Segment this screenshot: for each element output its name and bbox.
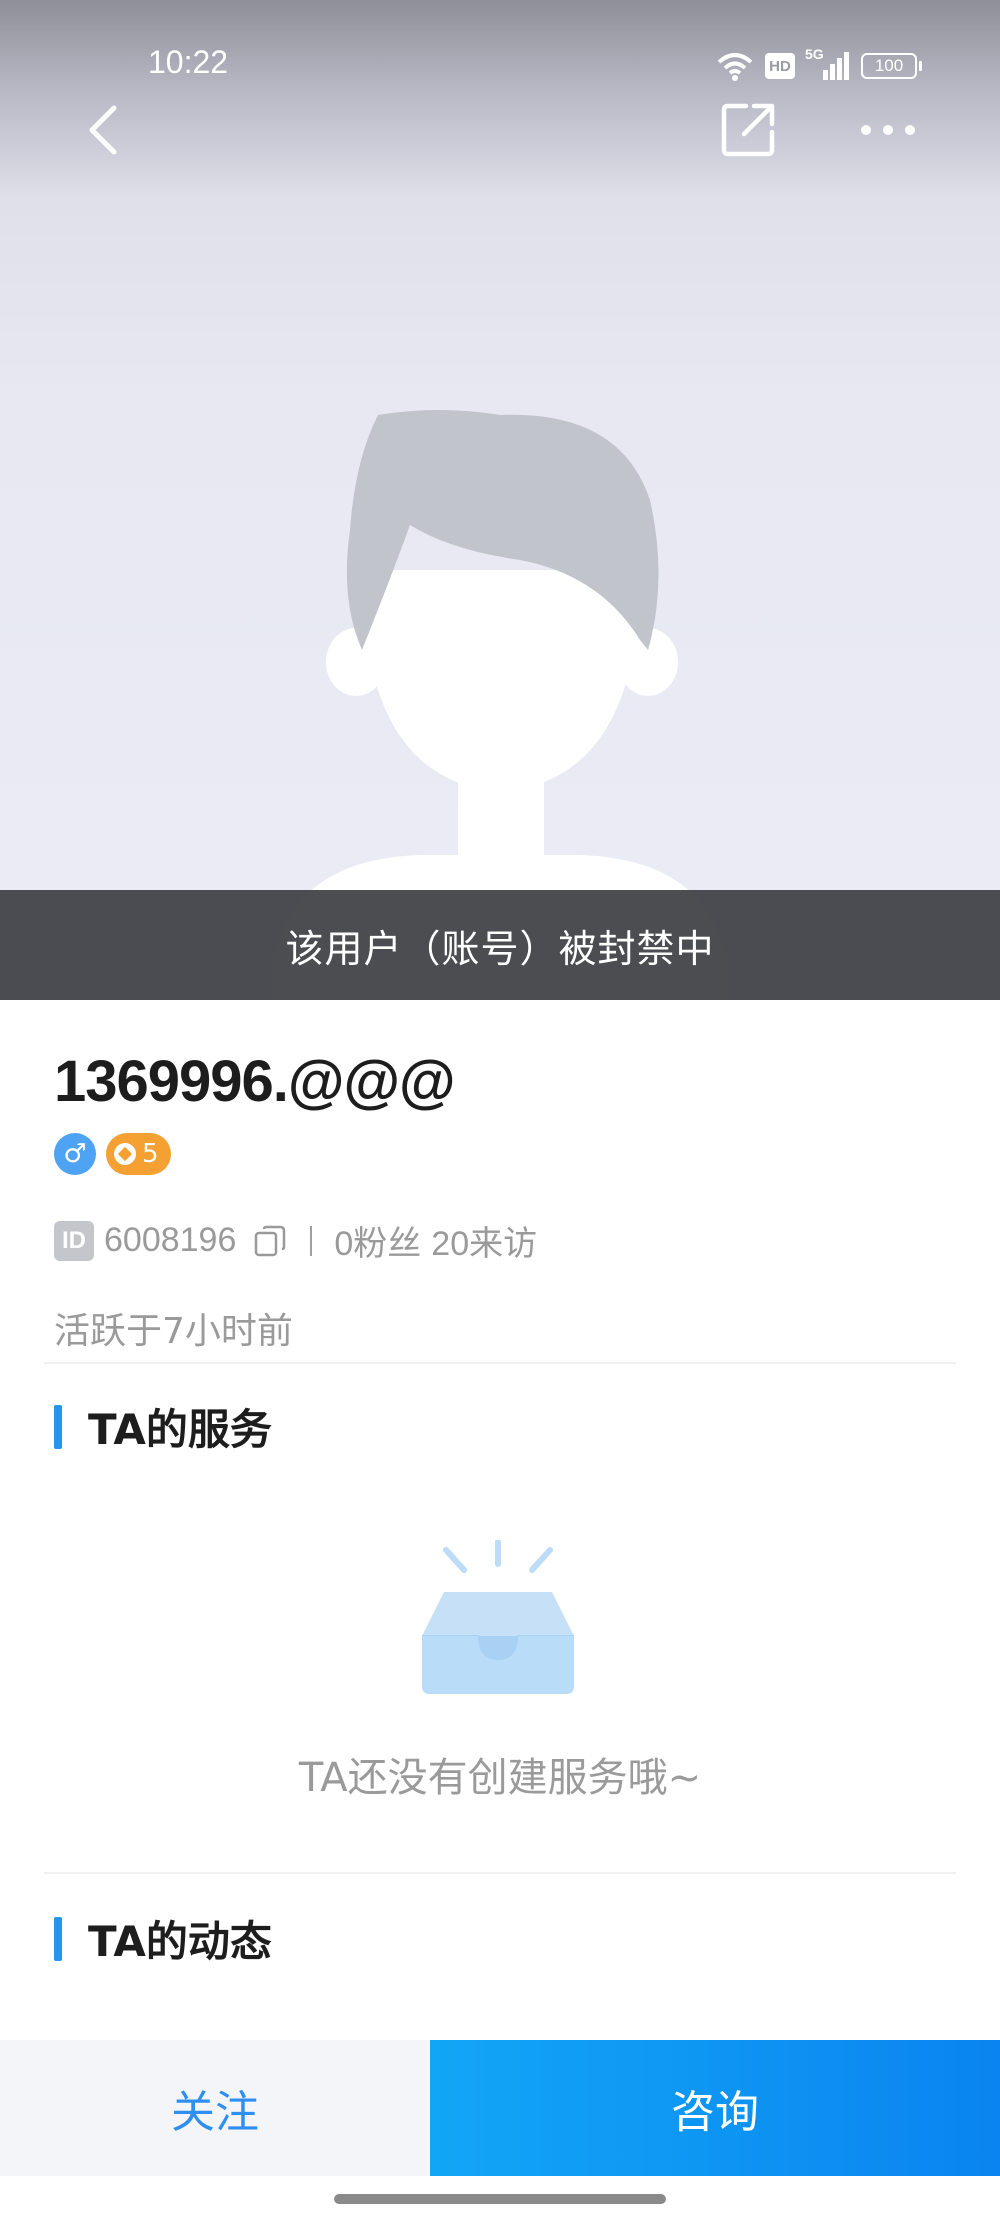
status-icons: HD 5G 100	[715, 46, 922, 82]
wifi-icon	[717, 53, 753, 81]
empty-box-icon	[422, 1540, 574, 1694]
status-bar: 10:22 HD 5G 100	[0, 0, 1000, 90]
services-section-title: TA的服务	[54, 1396, 272, 1457]
level-value: 5	[142, 1139, 159, 1169]
copy-icon[interactable]	[252, 1223, 288, 1259]
id-label: ID	[62, 1226, 86, 1254]
gender-symbol: ♂	[63, 1139, 87, 1169]
profile-cover: 10:22 HD 5G 100 该用户（账号）被封禁中	[0, 0, 1000, 1000]
hd-label: HD	[769, 57, 791, 75]
ban-notice-banner: 该用户（账号）被封禁中	[0, 890, 1000, 1000]
user-meta-row: ID 6008196 0粉丝 20来访	[54, 1216, 537, 1265]
nav-bar	[0, 90, 1000, 160]
section-divider	[44, 1872, 956, 1874]
posts-section-title: TA的动态	[54, 1908, 272, 1969]
ban-notice-text: 该用户（账号）被封禁中	[285, 926, 715, 971]
user-id: 6008196	[104, 1221, 237, 1259]
status-time: 10:22	[148, 44, 229, 80]
default-avatar-image	[270, 410, 730, 1000]
follow-button[interactable]: 关注	[0, 2040, 430, 2176]
more-dots-icon[interactable]	[858, 110, 918, 150]
meta-divider	[310, 1225, 313, 1256]
consult-label: 咨询	[671, 2087, 759, 2138]
hd-icon: HD	[765, 53, 795, 79]
section-divider	[44, 1362, 956, 1364]
section-accent-bar	[54, 1916, 62, 1961]
id-icon: ID	[54, 1220, 94, 1261]
signal-icon: 5G	[805, 46, 851, 82]
user-badges: ♂ 5	[54, 1133, 171, 1175]
services-title: TA的服务	[88, 1405, 272, 1454]
last-active-text: 活跃于7小时前	[54, 1311, 293, 1352]
posts-title: TA的动态	[88, 1917, 272, 1966]
chevron-left-icon[interactable]	[80, 100, 126, 160]
gender-badge: ♂	[54, 1133, 96, 1175]
username: 1369996.@@@	[54, 1049, 456, 1114]
consult-button[interactable]: 咨询	[430, 2040, 1000, 2176]
level-badge: 5	[106, 1133, 171, 1175]
follow-label: 关注	[171, 2087, 259, 2138]
diamond-icon	[114, 1143, 136, 1165]
visits-count: 20来访	[431, 1225, 538, 1263]
home-indicator[interactable]	[334, 2194, 666, 2204]
section-accent-bar	[54, 1404, 62, 1449]
bottom-action-bar: 关注 咨询	[0, 2040, 1000, 2176]
share-icon[interactable]	[720, 100, 778, 158]
fans-count: 0粉丝	[334, 1225, 422, 1263]
battery-level: 100	[874, 56, 904, 75]
services-empty-text: TA还没有创建服务哦~	[298, 1755, 702, 1801]
battery-icon: 100	[861, 53, 922, 79]
